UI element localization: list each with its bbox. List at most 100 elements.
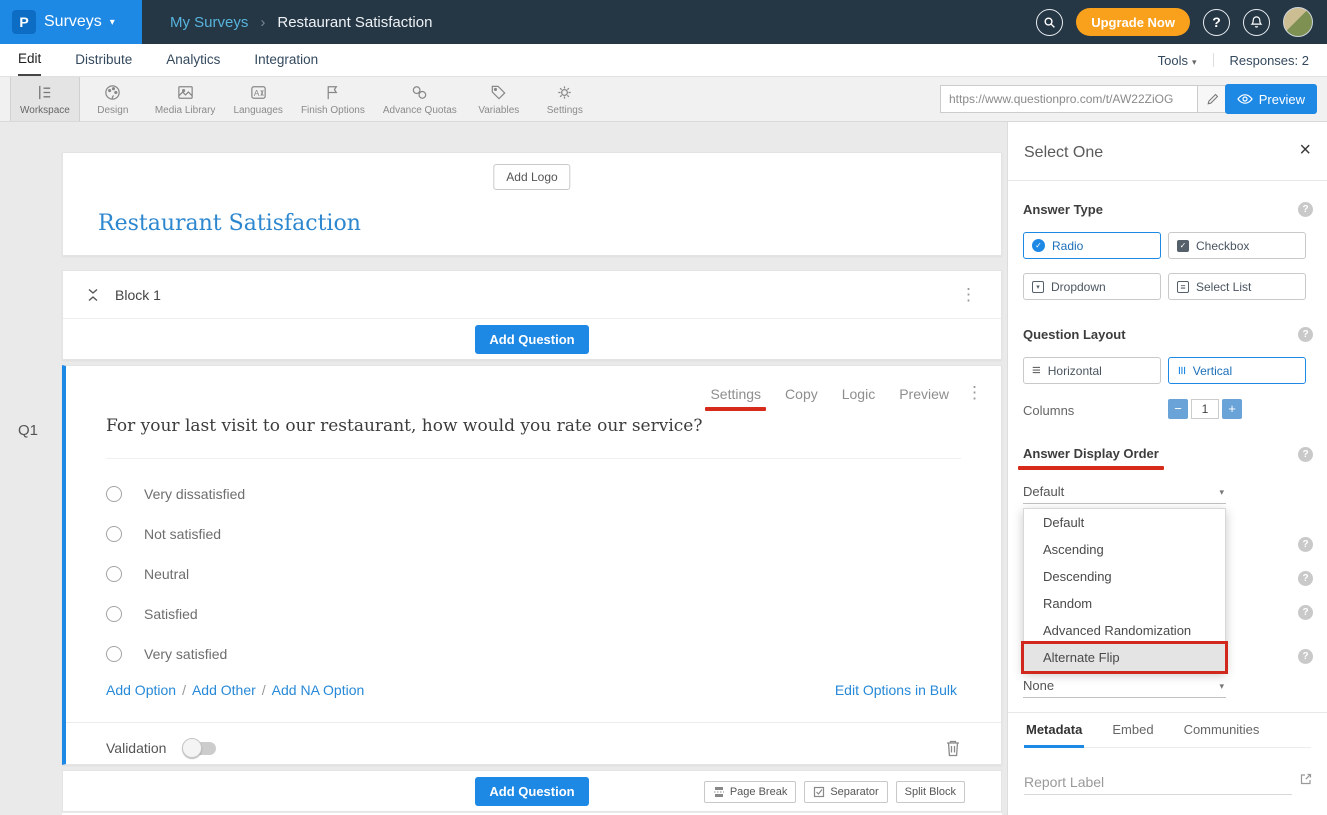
help-icon[interactable] (1298, 447, 1313, 462)
answer-type-checkbox[interactable]: Checkbox (1168, 232, 1306, 259)
responses-link[interactable]: Responses: 2 (1230, 53, 1310, 68)
secondary-select[interactable]: None (1023, 674, 1226, 698)
question-tab-logic[interactable]: Logic (842, 386, 875, 402)
validation-toggle[interactable] (184, 742, 216, 755)
block-name[interactable]: Block 1 (115, 287, 161, 303)
tab-edit[interactable]: Edit (18, 44, 41, 76)
edit-url-button[interactable] (1198, 85, 1228, 113)
option-label[interactable]: Very satisfied (144, 646, 227, 662)
question-menu-icon[interactable] (966, 384, 983, 401)
survey-title[interactable]: Restaurant Satisfaction (98, 211, 361, 236)
page-break-button[interactable]: Page Break (704, 781, 796, 803)
radio-button-icon[interactable] (106, 526, 122, 542)
toolbar-item-variables[interactable]: Variables (466, 77, 532, 121)
tools-menu[interactable]: Tools (1158, 53, 1197, 68)
help-button[interactable] (1203, 9, 1230, 36)
answer-type-options: Radio Checkbox Dropdown Select List (1023, 232, 1306, 300)
toolbar-item-workspace[interactable]: Workspace (10, 77, 80, 121)
report-label-input[interactable] (1024, 770, 1292, 795)
external-link-icon[interactable] (1299, 772, 1313, 786)
answer-type-radio[interactable]: Radio (1023, 232, 1161, 259)
columns-value-input[interactable] (1191, 399, 1219, 419)
menu-item-ascending[interactable]: Ascending (1024, 536, 1225, 563)
delete-question-button[interactable] (945, 739, 961, 757)
editor-toolbar: Workspace Design Media Library A Languag… (0, 77, 1327, 122)
help-icon[interactable] (1298, 649, 1313, 664)
help-icon[interactable] (1298, 327, 1313, 342)
question-tab-preview[interactable]: Preview (899, 386, 949, 402)
option-label[interactable]: Satisfied (144, 606, 198, 622)
columns-stepper (1168, 399, 1242, 419)
toolbar-item-media-library[interactable]: Media Library (146, 77, 225, 121)
minus-icon[interactable] (1168, 399, 1188, 419)
add-option-link[interactable]: Add Option (106, 682, 176, 698)
toolbar-item-languages[interactable]: A Languages (224, 77, 292, 121)
survey-url-input[interactable] (940, 85, 1198, 113)
menu-item-random[interactable]: Random (1024, 590, 1225, 617)
help-icon[interactable] (1298, 605, 1313, 620)
question-tab-settings[interactable]: Settings (710, 386, 761, 402)
divider (106, 458, 961, 459)
breadcrumb-my-surveys[interactable]: My Surveys (170, 14, 248, 31)
block-menu-icon[interactable] (960, 286, 977, 303)
menu-item-advanced-randomization[interactable]: Advanced Randomization (1024, 617, 1225, 644)
answer-display-order-select[interactable]: Default (1023, 480, 1226, 504)
radio-button-icon[interactable] (106, 646, 122, 662)
radio-button-icon[interactable] (106, 606, 122, 622)
radio-button-icon[interactable] (106, 486, 122, 502)
help-icon[interactable] (1298, 571, 1313, 586)
collapse-block-icon[interactable] (87, 287, 99, 303)
separator-button[interactable]: Separator (804, 781, 887, 803)
page-break-icon (713, 786, 725, 798)
split-block-button[interactable]: Split Block (896, 781, 965, 803)
menu-item-descending[interactable]: Descending (1024, 563, 1225, 590)
block-footer: Add Question Page Break Separator Split … (62, 770, 1002, 812)
plus-icon[interactable] (1222, 399, 1242, 419)
question-tab-copy[interactable]: Copy (785, 386, 818, 402)
help-icon[interactable] (1298, 202, 1313, 217)
option-label[interactable]: Neutral (144, 566, 189, 582)
answer-type-dropdown[interactable]: Dropdown (1023, 273, 1161, 300)
toolbar-item-design[interactable]: Design (80, 77, 146, 121)
toolbar-item-finish-options[interactable]: Finish Options (292, 77, 374, 121)
close-icon[interactable] (1299, 140, 1311, 160)
edit-options-in-bulk-link[interactable]: Edit Options in Bulk (835, 682, 957, 698)
link-separator: / (182, 682, 186, 698)
preview-button[interactable]: Preview (1225, 84, 1317, 114)
checkbox-check-icon (1177, 240, 1189, 252)
block-card: Block 1 Add Question (62, 270, 1002, 360)
option-label[interactable]: Very dissatisfied (144, 486, 245, 502)
add-logo-button[interactable]: Add Logo (493, 164, 570, 190)
survey-header-card: Add Logo Restaurant Satisfaction (62, 152, 1002, 256)
divider (1008, 712, 1327, 713)
add-question-button-bottom[interactable]: Add Question (475, 777, 588, 806)
toolbar-item-settings[interactable]: Settings (532, 77, 598, 121)
toolbar-item-advance-quotas[interactable]: Advance Quotas (374, 77, 466, 121)
add-na-option-link[interactable]: Add NA Option (272, 682, 365, 698)
help-icon[interactable] (1298, 537, 1313, 552)
answer-type-select-list[interactable]: Select List (1168, 273, 1306, 300)
notifications-button[interactable] (1243, 9, 1270, 36)
tab-distribute[interactable]: Distribute (75, 45, 132, 75)
tab-integration[interactable]: Integration (254, 45, 318, 75)
tab-analytics[interactable]: Analytics (166, 45, 220, 75)
block-footer-buttons: Page Break Separator Split Block (704, 781, 965, 803)
layout-vertical[interactable]: Vertical (1168, 357, 1306, 384)
panel-tab-communities[interactable]: Communities (1182, 722, 1262, 747)
upgrade-now-button[interactable]: Upgrade Now (1076, 8, 1190, 36)
add-question-button-top[interactable]: Add Question (475, 325, 588, 354)
menu-item-alternate-flip[interactable]: Alternate Flip (1024, 644, 1225, 671)
layout-horizontal[interactable]: Horizontal (1023, 357, 1161, 384)
search-button[interactable] (1036, 9, 1063, 36)
eye-icon (1237, 93, 1253, 105)
surveys-product-menu[interactable]: P Surveys (0, 0, 142, 44)
menu-item-default[interactable]: Default (1024, 509, 1225, 536)
option-label[interactable]: Not satisfied (144, 526, 221, 542)
add-other-link[interactable]: Add Other (192, 682, 256, 698)
panel-tab-metadata[interactable]: Metadata (1024, 722, 1084, 748)
panel-tab-embed[interactable]: Embed (1110, 722, 1155, 747)
avatar[interactable] (1283, 7, 1313, 37)
question-text[interactable]: For your last visit to our restaurant, h… (106, 416, 931, 436)
subnav-right: Tools Responses: 2 (1158, 53, 1309, 68)
radio-button-icon[interactable] (106, 566, 122, 582)
